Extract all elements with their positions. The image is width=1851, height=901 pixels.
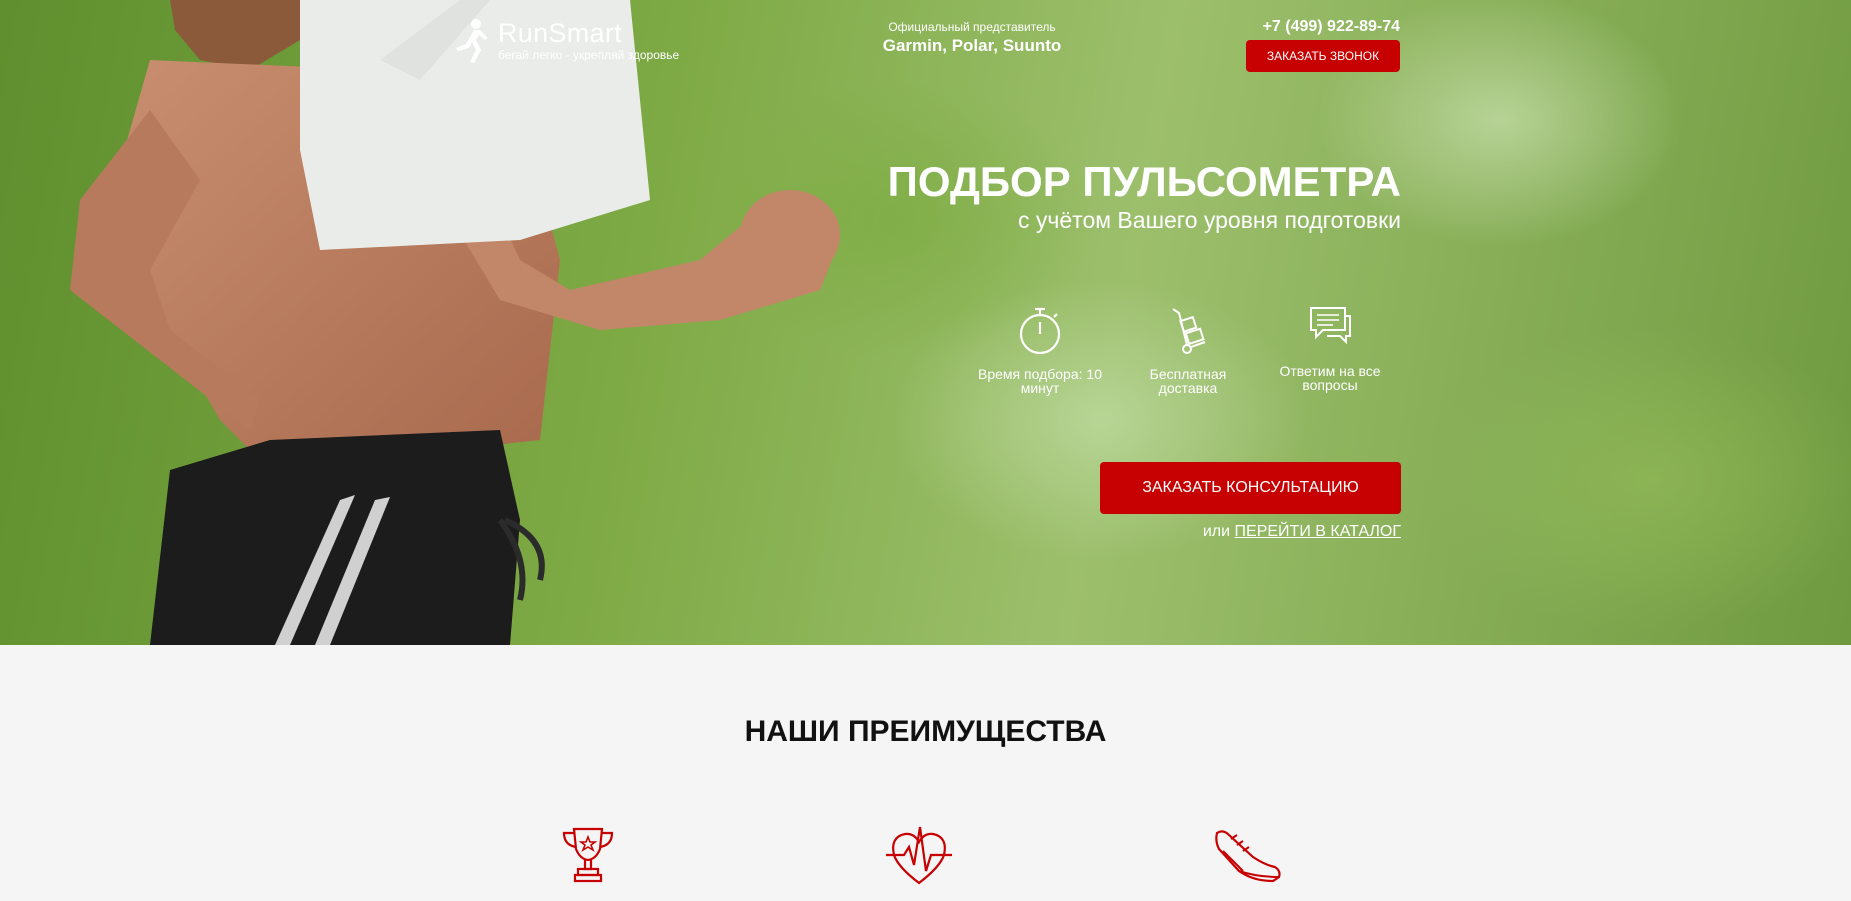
order-consultation-button[interactable]: ЗАКАЗАТЬ КОНСУЛЬТАЦИЮ xyxy=(1100,462,1401,514)
heart-pulse-icon xyxy=(886,826,952,885)
site-header: RunSmart бегай легко - укрепляй здоровье… xyxy=(450,18,1400,78)
chat-bubbles-icon xyxy=(1310,307,1351,345)
phone-number[interactable]: +7 (499) 922-89-74 xyxy=(1246,18,1400,36)
runner-logo-icon xyxy=(456,19,488,63)
contacts: +7 (499) 922-89-74 ЗАКАЗАТЬ ЗВОНОК xyxy=(1246,18,1400,72)
go-to-catalog-link[interactable]: ПЕРЕЙТИ В КАТАЛОГ xyxy=(1235,523,1401,540)
official-representative: Официальный представитель Garmin, Polar,… xyxy=(872,20,1072,58)
feature-text: Бесплатная доставка xyxy=(1149,366,1227,396)
feature-item: Ответим на все вопросы xyxy=(1265,302,1395,392)
feature-item: Время подбора: 10 минут xyxy=(975,305,1105,395)
feature-text: Ответим на все вопросы xyxy=(1279,363,1381,393)
logo-slogan: бегай легко - укрепляй здоровье xyxy=(498,48,680,62)
sneaker-icon xyxy=(1215,830,1281,883)
advantages-section: НАШИ ПРЕИМУЩЕСТВА xyxy=(0,645,1851,901)
promo-subtitle: с учётом Вашего уровня подготовки xyxy=(1018,207,1401,233)
advantages-title: НАШИ ПРЕИМУЩЕСТВА xyxy=(744,715,1107,748)
runner-photo xyxy=(70,0,840,645)
logo-name: RunSmart xyxy=(498,18,622,48)
delivery-cart-icon xyxy=(1172,308,1206,354)
official-brands: Garmin, Polar, Suunto xyxy=(882,36,1062,55)
hero-section: RunSmart бегай легко - укрепляй здоровье… xyxy=(0,0,1851,645)
catalog-prefix: или xyxy=(1202,523,1231,540)
feature-text: Время подбора: 10 минут xyxy=(978,366,1102,396)
promo-title: ПОДБОР ПУЛЬСОМЕТРА xyxy=(887,158,1401,205)
logo[interactable]: RunSmart бегай легко - укрепляй здоровье xyxy=(450,18,679,64)
official-label: Официальный представитель xyxy=(888,20,1056,34)
order-call-button[interactable]: ЗАКАЗАТЬ ЗВОНОК xyxy=(1246,40,1400,72)
trophy-icon xyxy=(562,827,614,883)
feature-item: Бесплатная доставка xyxy=(1123,305,1253,395)
features-list: Время подбора: 10 минут Бесплатная доста… xyxy=(975,305,1405,405)
promo-title-block: ПОДБОР ПУЛЬСОМЕТРА с учётом Вашего уровн… xyxy=(888,158,1401,234)
stopwatch-icon xyxy=(1019,307,1061,355)
catalog-line: или ПЕРЕЙТИ В КАТАЛОГ xyxy=(1203,523,1401,541)
